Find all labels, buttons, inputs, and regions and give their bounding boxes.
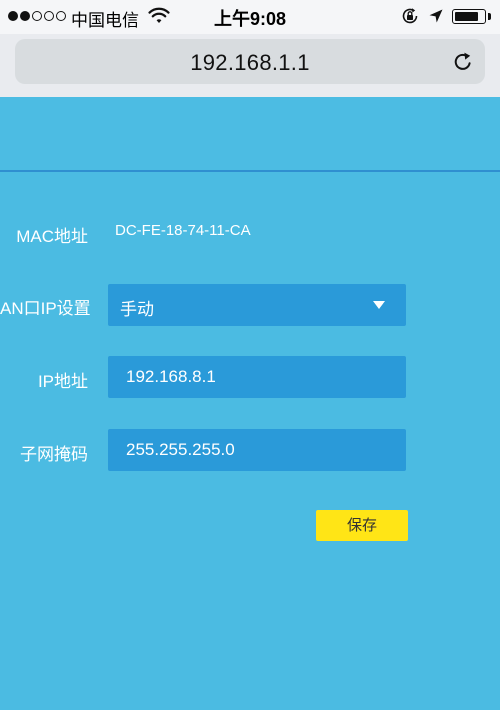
status-bar: 中国电信 上午9:08 (0, 0, 500, 34)
reload-icon[interactable] (452, 51, 474, 78)
wan-ip-mode-value: 手动 (120, 300, 154, 319)
battery-level (455, 12, 479, 21)
wan-ip-setting-label: AN口IP设置 (0, 299, 91, 318)
status-time: 上午9:08 (213, 9, 287, 29)
ip-address-label: IP地址 (37, 372, 88, 391)
location-icon (428, 8, 444, 29)
ip-address-input[interactable]: 192.168.8.1 (108, 356, 406, 398)
chevron-down-icon[interactable] (373, 301, 385, 309)
rotation-lock-icon (401, 7, 419, 30)
wan-ip-mode-select[interactable]: 手动 (108, 284, 406, 326)
url-text[interactable]: 192.168.1.1 (15, 50, 485, 76)
subnet-mask-label: 子网掩码 (20, 445, 88, 464)
mac-address-value: DC-FE-18-74-11-CA (115, 222, 251, 239)
ip-address-value[interactable]: 192.168.8.1 (126, 367, 216, 387)
subnet-mask-input[interactable]: 255.255.255.0 (108, 429, 406, 471)
subnet-mask-value[interactable]: 255.255.255.0 (126, 440, 235, 460)
page-header (0, 97, 500, 172)
save-button[interactable]: 保存 (316, 510, 408, 541)
mac-address-label: MAC地址 (16, 227, 88, 246)
battery-icon (452, 9, 486, 24)
address-bar[interactable]: 192.168.1.1 (15, 39, 485, 84)
browser-toolbar: 192.168.1.1 (0, 34, 500, 97)
battery-cap (488, 13, 491, 20)
